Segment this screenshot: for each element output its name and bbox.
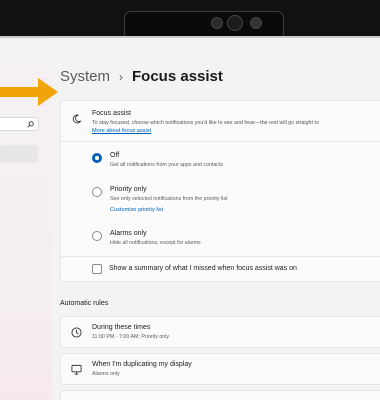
radio-priority-only[interactable] — [92, 187, 102, 197]
summary-checkbox-label[interactable]: Show a summary of what I missed when foc… — [109, 265, 297, 272]
rule-subtitle: Alarms only — [92, 371, 120, 377]
option-title: Alarms only — [110, 230, 147, 237]
option-title: Off — [110, 152, 120, 159]
option-description: See only selected notifications from the… — [110, 196, 228, 202]
breadcrumb: System › Focus assist — [60, 68, 223, 85]
monitor-icon — [71, 364, 82, 375]
rule-title: When I'm duplicating my display — [92, 361, 192, 368]
focus-assist-description: To stay focused, choose which notificati… — [92, 120, 319, 126]
settings-window: om System›Focus assist Focus assist To s… — [0, 38, 380, 400]
radio-off[interactable] — [92, 153, 102, 163]
camera-notch — [124, 11, 284, 37]
sensor-icon — [211, 17, 223, 29]
option-title: Priority only — [110, 186, 147, 193]
rule-next-partial[interactable] — [60, 390, 380, 400]
divider — [61, 141, 380, 142]
rule-title: During these times — [92, 324, 151, 331]
search-input[interactable] — [0, 117, 39, 131]
more-about-focus-assist-link[interactable]: More about focus assist — [92, 128, 151, 134]
option-description: Hide all notifications, except for alarm… — [110, 240, 201, 246]
page-title: Focus assist — [132, 68, 223, 85]
focus-assist-title: Focus assist — [92, 110, 131, 117]
search-icon — [27, 121, 34, 128]
breadcrumb-parent[interactable]: System — [60, 68, 110, 85]
customize-priority-list-link[interactable]: Customize priority list — [110, 207, 163, 213]
option-off[interactable]: Off Get all notifications from your apps… — [61, 149, 380, 181]
moon-icon — [72, 114, 82, 124]
breadcrumb-separator: › — [119, 70, 124, 84]
clock-icon — [71, 327, 82, 338]
camera-icon — [227, 15, 243, 31]
focus-assist-card: Focus assist To stay focused, choose whi… — [60, 100, 380, 282]
sensor-icon — [250, 17, 262, 29]
rule-duplicating-display[interactable]: When I'm duplicating my display Alarms o… — [60, 353, 380, 385]
automatic-rules-heading: Automatic rules — [60, 300, 109, 307]
rule-during-these-times[interactable]: During these times 11:00 PM - 7:00 AM; P… — [60, 316, 380, 348]
option-description: Get all notifications from your apps and… — [110, 162, 224, 168]
summary-checkbox[interactable] — [92, 264, 102, 274]
radio-alarms-only[interactable] — [92, 231, 102, 241]
device-bezel — [0, 0, 380, 37]
divider — [61, 256, 380, 257]
annotation-arrow-icon — [0, 78, 58, 106]
nav-item-system-selected[interactable] — [0, 145, 38, 163]
rule-subtitle: 11:00 PM - 7:00 AM; Priority only — [92, 334, 170, 340]
option-alarms-only[interactable]: Alarms only Hide all notifications, exce… — [61, 227, 380, 259]
option-priority-only[interactable]: Priority only See only selected notifica… — [61, 183, 380, 219]
